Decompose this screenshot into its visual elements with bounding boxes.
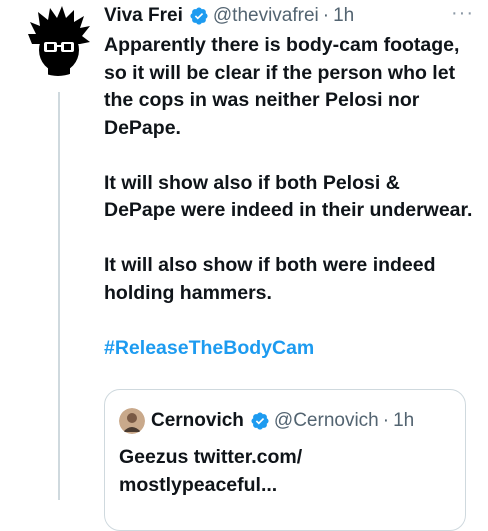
quoted-text-line: Geezus twitter.com/: [119, 446, 303, 468]
tweet-paragraph: It will show also if both Pelosi & DePap…: [104, 171, 473, 222]
tweet-header: Viva Frei @thevivafrei · 1h ···: [104, 2, 474, 30]
quoted-author-avatar: [119, 408, 145, 434]
thread-connector-line: [58, 92, 60, 500]
author-handle[interactable]: @thevivafrei: [213, 5, 319, 27]
more-options-icon[interactable]: ···: [451, 2, 474, 24]
quoted-tweet-text: Geezus twitter.com/ mostlypeaceful...: [119, 444, 439, 499]
tweet-paragraph: Apparently there is body-cam footage, so…: [104, 34, 460, 139]
separator-dot: ·: [322, 5, 330, 26]
hashtag-link[interactable]: #ReleaseTheBodyCam: [104, 337, 314, 359]
tweet-paragraph: It will also show if both were indeed ho…: [104, 254, 436, 304]
verified-badge-icon: [189, 6, 209, 26]
verified-badge-icon: [250, 411, 270, 431]
quoted-author-display-name: Cernovich: [151, 410, 244, 431]
quoted-tweet-header: Cernovich @Cernovich · 1h: [119, 408, 414, 434]
tweet-timestamp[interactable]: 1h: [333, 5, 354, 27]
tweet-text: Apparently there is body-cam footage, so…: [104, 32, 476, 390]
author-display-name[interactable]: Viva Frei: [104, 5, 183, 27]
separator-dot: ·: [382, 410, 390, 431]
author-avatar[interactable]: [22, 4, 94, 76]
quoted-author-handle: @Cernovich: [273, 410, 379, 431]
quoted-tweet-timestamp: 1h: [393, 410, 415, 431]
quoted-tweet-card[interactable]: Cernovich @Cernovich · 1h Geezus twitter…: [104, 389, 466, 531]
quoted-text-line: mostlypeaceful...: [119, 473, 278, 496]
